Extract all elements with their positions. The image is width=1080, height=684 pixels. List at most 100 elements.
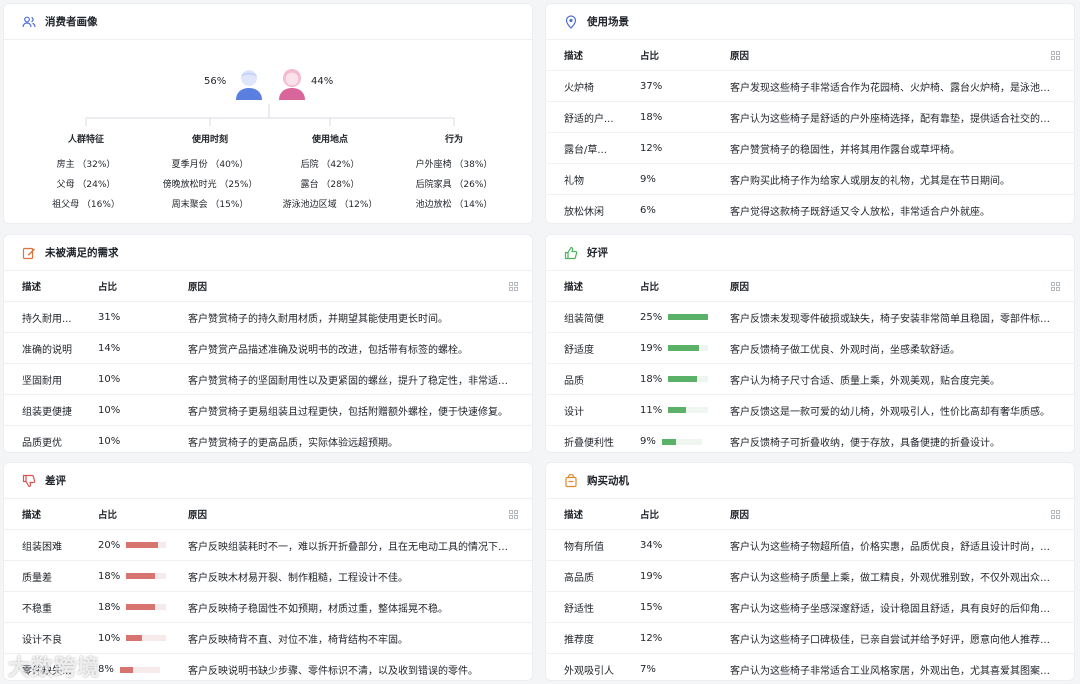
- table-row: 外观吸引人 7% 客户认为这些椅子非常适合工业风格家居，外观出色，尤其喜爱其图案设计…: [546, 654, 1074, 680]
- row-pct: 12%: [640, 632, 663, 644]
- table-row: 坚固耐用 10% 客户赞赏椅子的坚固耐用性以及更紧固的螺丝，提升了稳定性，非常适合户…: [4, 364, 532, 395]
- edit-icon: [22, 246, 36, 260]
- share-bar: [668, 376, 709, 382]
- watermark: 大数跨境: [8, 656, 101, 681]
- share-bar: [126, 604, 167, 610]
- header-pct: 占比: [98, 510, 118, 521]
- share-bar: [668, 407, 709, 413]
- usage-scenes-title: 使用场景: [587, 16, 629, 28]
- row-reason: 客户赞赏椅子的稳固性，并将其用作露台或草坪椅。: [730, 144, 960, 156]
- row-reason: 客户反映说明书缺少步骤、零件标识不清，以及收到错误的零件。: [188, 666, 478, 677]
- female-avatar-icon: [277, 68, 307, 103]
- consumer-col-behavior: 行为 户外座椅 （38%） 后院家具 （26%） 池边放松 （14%）: [379, 132, 529, 215]
- share-bar-fill: [119, 666, 133, 673]
- negative-reviews-header: 差评: [4, 463, 532, 499]
- purchase-motive-card: 购买动机 描述 占比 原因 物有所值 34% 客户认为这些椅子物超所值，价格实惠，品…: [545, 462, 1075, 681]
- grid-view-icon[interactable]: [1051, 51, 1060, 63]
- header-reason: 原因: [730, 510, 750, 521]
- row-pct: 10%: [98, 436, 121, 447]
- grid-view-icon[interactable]: [509, 282, 518, 294]
- grid-view-icon[interactable]: [509, 510, 518, 522]
- col-title: 行为: [444, 135, 463, 145]
- row-reason: 客户购买此椅子作为给家人或朋友的礼物，尤其是在节日期间。: [730, 175, 1010, 187]
- header-pct: 占比: [640, 51, 660, 62]
- table-row: 组装简便 25% 客户反馈未发现零件破损或缺失，椅子安装非常简单且稳固，零部件标识清…: [546, 302, 1074, 333]
- row-desc: 物有所值: [564, 541, 604, 553]
- row-pct: 8%: [98, 664, 114, 675]
- consumer-profile-title: 消费者画像: [45, 16, 98, 28]
- unmet-needs-title: 未被满足的需求: [45, 247, 119, 259]
- share-bar: [126, 635, 167, 641]
- row-desc: 组装简便: [564, 313, 604, 325]
- table-row: 高品质 19% 客户认为这些椅子质量上乘，做工精良，外观优雅别致，不仅外观出众，而.…: [546, 561, 1074, 592]
- share-bar: [668, 314, 709, 320]
- header-desc: 描述: [564, 282, 584, 293]
- table-row: 品质更优 10% 客户赞赏椅子的更高品质，实际体验远超预期。: [4, 426, 532, 452]
- share-bar-fill: [661, 438, 677, 445]
- unmet-needs-header: 未被满足的需求: [4, 235, 532, 271]
- row-reason: 客户认为这些椅子是舒适的户外座椅选择，配有靠垫，提供适合社交的户外...: [730, 113, 1070, 125]
- usage-scenes-table: 描述 占比 原因 火炉椅 37% 客户发现这些椅子非常适合作为花园椅、火炉椅、露台火…: [546, 40, 1074, 223]
- header-reason: 原因: [730, 51, 750, 62]
- male-avatar-icon: [234, 68, 264, 103]
- row-pct: 10%: [98, 632, 121, 644]
- header-reason: 原因: [730, 282, 750, 293]
- row-desc: 设计: [564, 406, 584, 418]
- table-row: 组装困难 20% 客户反映组装耗时不一，难以拆开折叠部分，且在无电动工具的情况下安装…: [4, 530, 532, 561]
- row-desc: 放松休闲: [564, 207, 604, 218]
- table-header: 描述 占比 原因: [546, 40, 1074, 71]
- row-desc: 品质: [564, 375, 584, 387]
- row-pct: 11%: [640, 404, 663, 416]
- row-reason: 客户反映木材易开裂、制作粗糙，工程设计不佳。: [188, 572, 408, 584]
- row-pct: 10%: [98, 404, 121, 416]
- grid-view-icon[interactable]: [1051, 282, 1060, 294]
- row-pct: 12%: [640, 142, 663, 154]
- row-pct: 37%: [640, 80, 663, 92]
- table-row: 质量差 18% 客户反映木材易开裂、制作粗糙，工程设计不佳。: [4, 561, 532, 592]
- share-bar-fill: [668, 314, 709, 320]
- row-desc: 准确的说明: [22, 344, 72, 356]
- row-desc: 舒适度: [564, 344, 594, 356]
- consumer-profile-card: 消费者画像 56% 44% 人群特征 房主 （32%） 父母 （24%） 祖父母…: [3, 3, 533, 224]
- share-bar: [668, 345, 709, 351]
- header-reason: 原因: [188, 510, 208, 521]
- positive-reviews-table: 描述 占比 原因 组装简便 25% 客户反馈未发现零件破损或缺失，椅子安装非常简单且…: [546, 271, 1074, 452]
- header-pct: 占比: [98, 282, 118, 293]
- share-bar: [661, 438, 702, 445]
- row-desc: 舒适性: [564, 603, 594, 615]
- row-desc: 推荐度: [564, 634, 594, 646]
- share-bar: [126, 542, 167, 548]
- share-bar-fill: [668, 407, 686, 413]
- row-pct: 19%: [640, 342, 663, 354]
- table-row: 舒适的户... 18% 客户认为这些椅子是舒适的户外座椅选择，配有靠垫，提供适合社交…: [546, 102, 1074, 133]
- tree-connector: [85, 104, 455, 126]
- row-desc: 外观吸引人: [564, 666, 614, 677]
- purchase-motive-table: 描述 占比 原因 物有所值 34% 客户认为这些椅子物超所值，价格实惠，品质优良，舒…: [546, 499, 1074, 680]
- thumbs-up-icon: [564, 246, 578, 260]
- table-row: 组装更便捷 10% 客户赞赏椅子更易组装且过程更快，包括附赠额外螺栓，便于快速修复。: [4, 395, 532, 426]
- usage-scenes-card: 使用场景 描述 占比 原因 火炉椅 37% 客户发现这些椅子非常适合作为花园椅、火炉…: [545, 3, 1075, 224]
- row-reason: 客户反馈这是一款可爱的幼儿椅，外观吸引人，性价比高却有奢华质感。: [730, 406, 1050, 418]
- table-row: 火炉椅 37% 客户发现这些椅子非常适合作为花园椅、火炉椅、露台火炉椅，是泳池甲板.…: [546, 71, 1074, 102]
- row-reason: 客户认为椅子尺寸合适、质量上乘，外观美观，贴合度完美。: [730, 375, 1000, 387]
- row-desc: 高品质: [564, 572, 594, 584]
- row-reason: 客户赞赏椅子更易组装且过程更快，包括附赠额外螺栓，便于快速修复。: [188, 406, 508, 418]
- row-reason: 客户赞赏椅子的持久耐用材质，并期望其能使用更长时间。: [188, 313, 448, 325]
- header-desc: 描述: [564, 510, 584, 521]
- row-reason: 客户赞赏产品描述准确及说明书的改进，包括带有标签的螺栓。: [188, 344, 468, 356]
- table-row: 露台/草... 12% 客户赞赏椅子的稳固性，并将其用作露台或草坪椅。: [546, 133, 1074, 164]
- row-pct: 14%: [98, 342, 121, 354]
- grid-view-icon[interactable]: [1051, 510, 1060, 522]
- row-pct: 18%: [640, 111, 663, 123]
- row-desc: 设计不良: [22, 634, 62, 646]
- share-bar-fill: [126, 542, 159, 548]
- table-row: 放松休闲 6% 客户觉得这款椅子既舒适又令人放松，非常适合户外就座。: [546, 195, 1074, 223]
- row-desc: 舒适的户...: [564, 113, 614, 125]
- share-bar-fill: [668, 345, 699, 351]
- table-row: 准确的说明 14% 客户赞赏产品描述准确及说明书的改进，包括带有标签的螺栓。: [4, 333, 532, 364]
- male-percentage: 56%: [204, 76, 227, 87]
- row-reason: 客户发现这些椅子非常适合作为花园椅、火炉椅、露台火炉椅，是泳池甲板...: [730, 82, 1070, 94]
- share-bar-fill: [126, 604, 156, 610]
- table-header: 描述 占比 原因: [4, 499, 532, 530]
- row-desc: 露台/草...: [564, 144, 607, 156]
